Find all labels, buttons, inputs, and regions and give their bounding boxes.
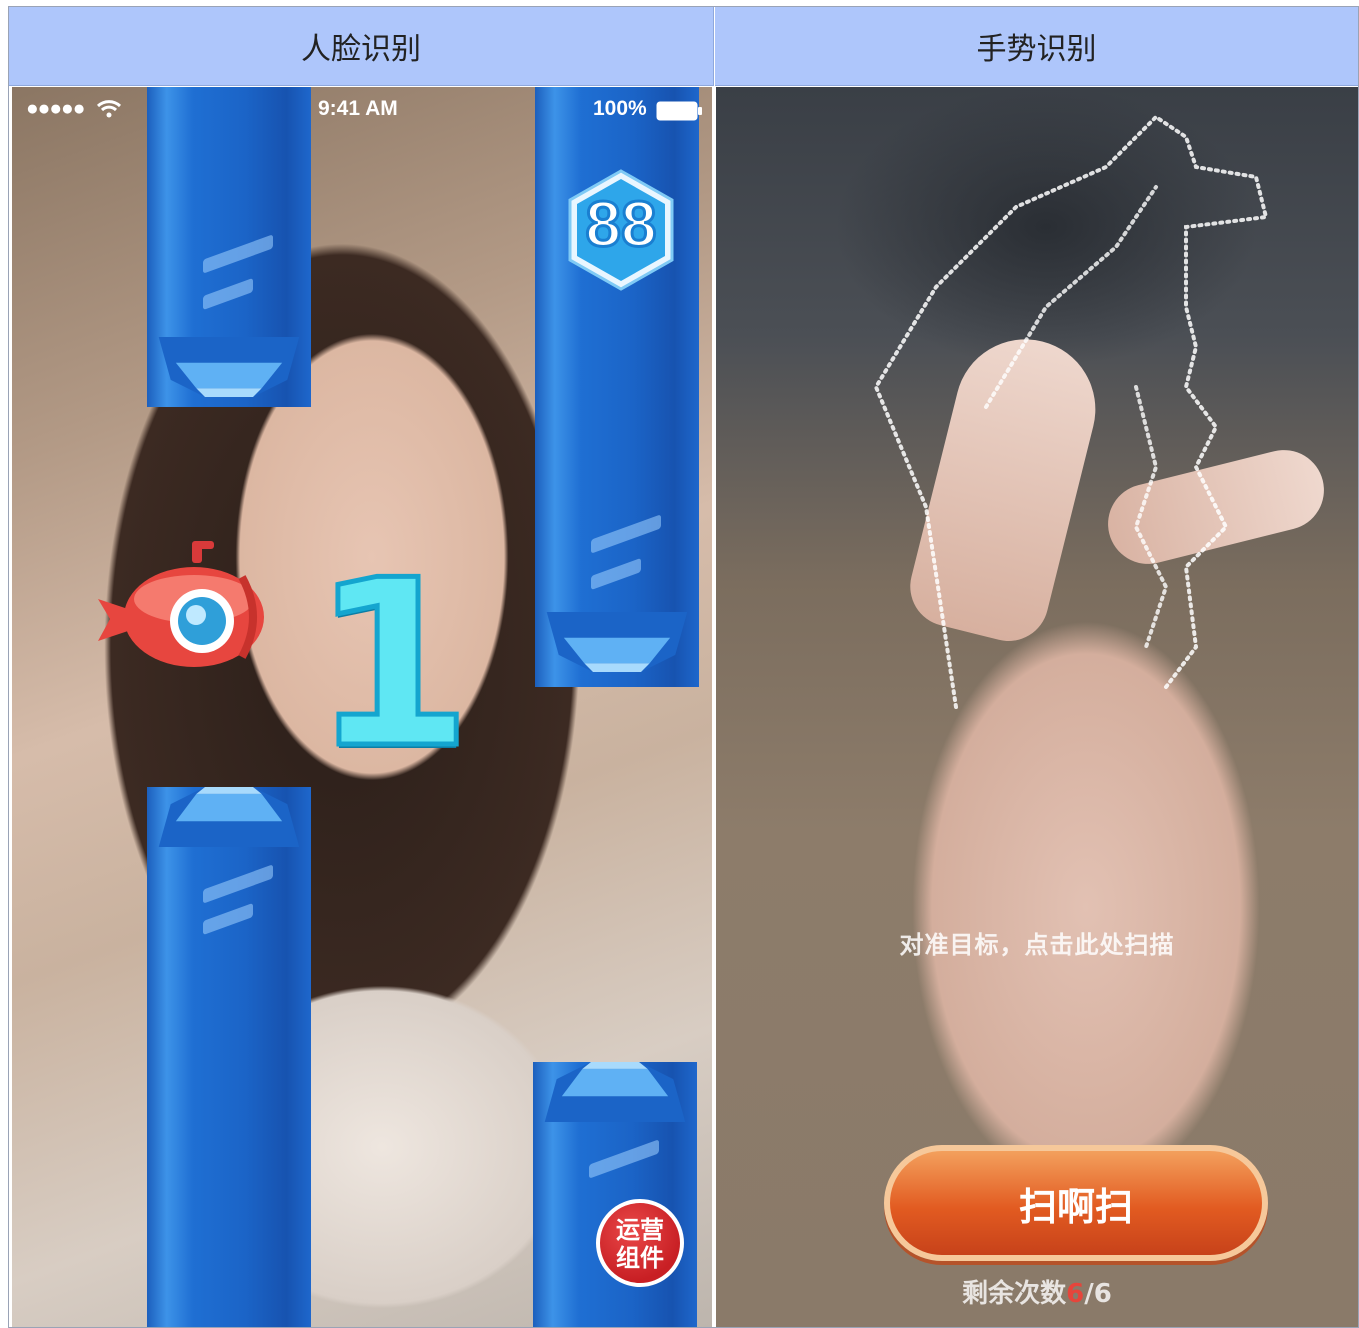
pillar-cap xyxy=(158,337,300,397)
face-game-screen[interactable]: ●●●●● 9:41 AM 100% 88 1 运营 组件 xyxy=(12,87,712,1327)
pillar-cap xyxy=(158,787,300,847)
score-value: 88 xyxy=(584,187,658,262)
badge-line-2: 组件 xyxy=(616,1244,664,1272)
submarine-player-icon xyxy=(98,541,264,667)
gesture-scan-screen[interactable]: 对准目标，点击此处扫描 扫啊扫 剩余次数6/6 xyxy=(716,87,1358,1327)
countdown-number: 1 xyxy=(310,532,475,799)
header-gesture-recognition: 手势识别 xyxy=(715,7,1358,86)
battery-icon xyxy=(656,101,702,121)
pillar-cap xyxy=(544,1062,686,1122)
pillar-cap xyxy=(546,612,688,672)
status-time: 9:41 AM xyxy=(318,97,398,120)
remaining-attempts: 剩余次数6/6 xyxy=(716,1273,1358,1310)
remaining-total: /6 xyxy=(1084,1279,1112,1309)
comparison-table: 人脸识别 手势识别 ●●●●● 9:41 AM 100% 88 1 运营 组件 … xyxy=(8,6,1359,1328)
scan-hint-text[interactable]: 对准目标，点击此处扫描 xyxy=(716,925,1358,960)
header-face-recognition: 人脸识别 xyxy=(9,7,714,86)
remaining-label: 剩余次数 xyxy=(962,1279,1067,1309)
obstacle-pillar-bottom-left xyxy=(147,787,311,1327)
operations-component-badge[interactable]: 运营 组件 xyxy=(596,1199,684,1287)
badge-line-1: 运营 xyxy=(616,1216,664,1244)
remaining-count: 6 xyxy=(1066,1279,1085,1309)
signal-strength-icon: ●●●●● xyxy=(26,97,85,120)
scan-button-label: 扫啊扫 xyxy=(1018,1184,1133,1229)
obstacle-pillar-bottom-right xyxy=(533,1062,697,1327)
gesture-outline-guide xyxy=(873,114,1269,709)
scan-button[interactable]: 扫啊扫 xyxy=(884,1145,1268,1261)
wifi-icon xyxy=(96,100,122,118)
obstacle-pillar-top-left xyxy=(147,87,311,407)
battery-percent: 100% xyxy=(593,97,647,120)
